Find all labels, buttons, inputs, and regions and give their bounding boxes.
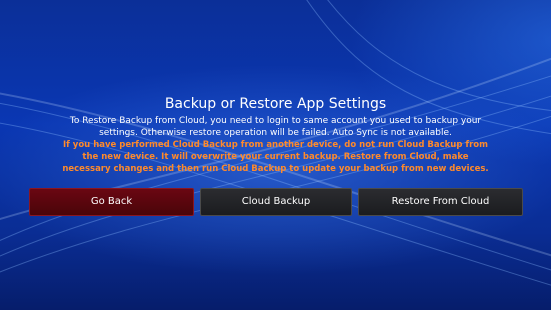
- dialog-description: To Restore Backup from Cloud, you need t…: [69, 116, 482, 138]
- action-buttons: Go Back Cloud Backup Restore From Cloud: [29, 188, 523, 216]
- go-back-button[interactable]: Go Back: [29, 188, 194, 216]
- restore-from-cloud-button[interactable]: Restore From Cloud: [358, 188, 523, 216]
- cloud-backup-button[interactable]: Cloud Backup: [200, 188, 352, 216]
- dialog-title: Backup or Restore App Settings: [164, 96, 387, 112]
- dialog-warning: If you have performed Cloud Backup from …: [62, 140, 489, 174]
- backup-restore-panel: Backup or Restore App Settings To Restor…: [0, 95, 551, 175]
